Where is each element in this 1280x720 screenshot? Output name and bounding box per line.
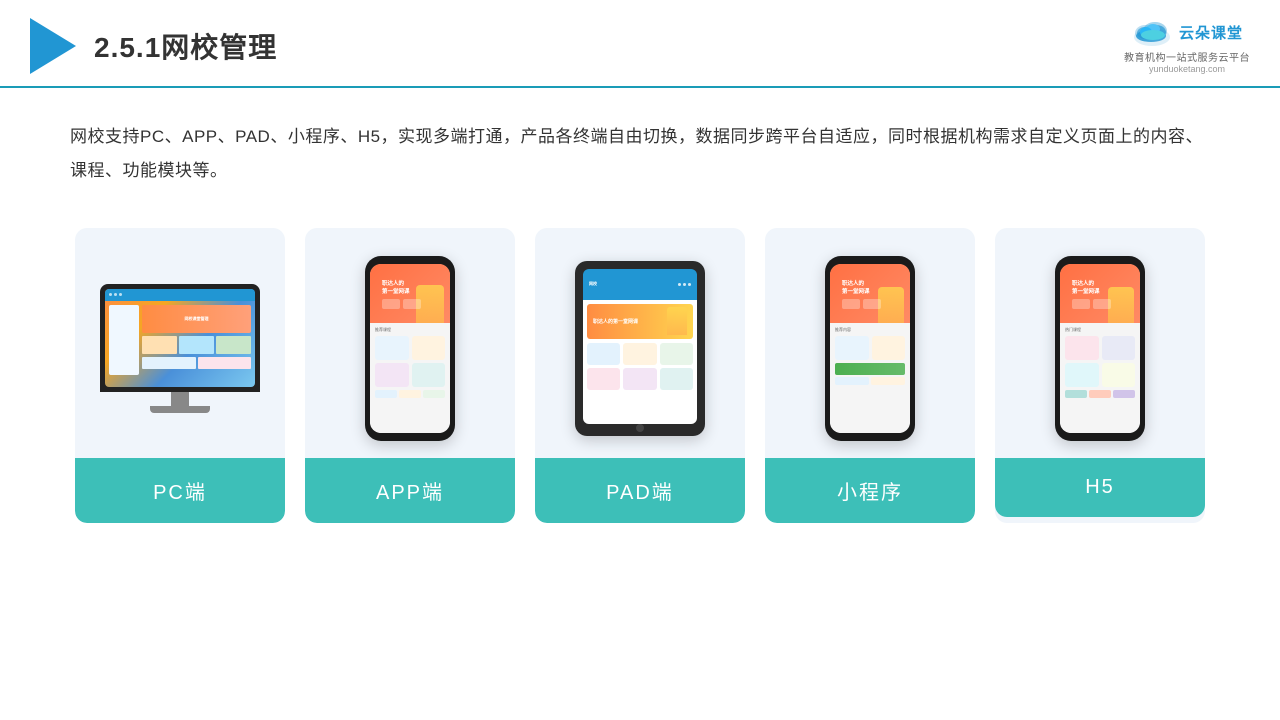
card-miniapp: 职达人的第一堂网课 推荐内容 bbox=[765, 228, 975, 523]
card-pc: 网校课堂管理 bbox=[75, 228, 285, 523]
h5-mockup: 职达人的第一堂网课 热门课程 bbox=[1055, 256, 1145, 441]
card-app-label: APP端 bbox=[305, 458, 515, 523]
play-icon bbox=[30, 18, 76, 74]
pc-mockup: 网校课堂管理 bbox=[100, 284, 260, 413]
card-h5-label: H5 bbox=[995, 458, 1205, 517]
description-text: 网校支持PC、APP、PAD、小程序、H5，实现多端打通，产品各终端自由切换，数… bbox=[70, 120, 1210, 188]
header: 2.5.1网校管理 云朵课堂 教育机构一站式服务云平台 yunduoketang… bbox=[0, 0, 1280, 88]
miniapp-mockup: 职达人的第一堂网课 推荐内容 bbox=[825, 256, 915, 441]
app-mockup: 职达人的第一堂网课 推荐课程 bbox=[365, 256, 455, 441]
card-h5-image: 职达人的第一堂网课 热门课程 bbox=[995, 228, 1205, 458]
card-pad-image: 网校 职达人的第一堂网课 bbox=[535, 228, 745, 458]
logo-tagline: 教育机构一站式服务云平台 bbox=[1124, 49, 1250, 64]
card-app-image: 职达人的第一堂网课 推荐课程 bbox=[305, 228, 515, 458]
description: 网校支持PC、APP、PAD、小程序、H5，实现多端打通，产品各终端自由切换，数… bbox=[0, 88, 1280, 208]
logo-area: 云朵课堂 教育机构一站式服务云平台 yunduoketang.com bbox=[1124, 19, 1250, 74]
cards-container: 网校课堂管理 bbox=[0, 208, 1280, 553]
header-left: 2.5.1网校管理 bbox=[30, 18, 277, 74]
card-pc-image: 网校课堂管理 bbox=[75, 228, 285, 458]
card-miniapp-image: 职达人的第一堂网课 推荐内容 bbox=[765, 228, 975, 458]
pad-mockup: 网校 职达人的第一堂网课 bbox=[575, 261, 705, 436]
logo-text: 云朵课堂 bbox=[1179, 22, 1243, 43]
page-title: 2.5.1网校管理 bbox=[94, 26, 277, 66]
logo-cloud: 云朵课堂 bbox=[1131, 19, 1243, 47]
card-app: 职达人的第一堂网课 推荐课程 bbox=[305, 228, 515, 523]
card-miniapp-label: 小程序 bbox=[765, 458, 975, 523]
cloud-icon bbox=[1131, 19, 1173, 47]
logo-url: yunduoketang.com bbox=[1149, 64, 1225, 74]
card-pad: 网校 职达人的第一堂网课 bbox=[535, 228, 745, 523]
card-h5: 职达人的第一堂网课 热门课程 bbox=[995, 228, 1205, 523]
card-pc-label: PC端 bbox=[75, 458, 285, 523]
card-pad-label: PAD端 bbox=[535, 458, 745, 523]
